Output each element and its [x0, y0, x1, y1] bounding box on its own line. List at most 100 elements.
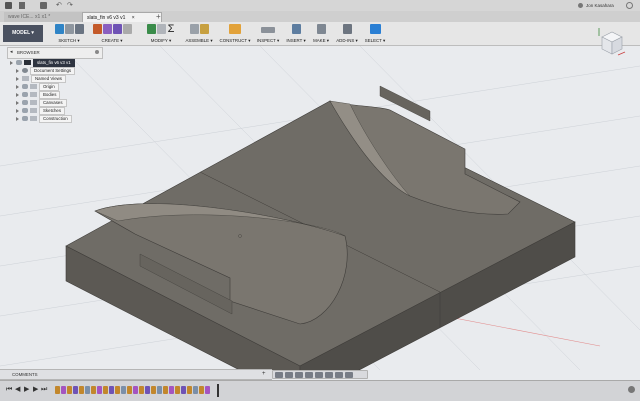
expand-arrow-icon[interactable] [16, 76, 19, 81]
workspace-switcher-button[interactable]: MODEL ▾ [3, 25, 43, 42]
browser-item-canvases[interactable]: Canvases [16, 99, 67, 107]
app-menu-icon[interactable] [5, 2, 12, 9]
visibility-icon[interactable] [22, 92, 28, 98]
view-cube[interactable] [596, 28, 626, 58]
box-icon [112, 24, 122, 34]
pan-icon[interactable] [295, 371, 303, 378]
timeline-feature-extrude[interactable] [121, 386, 126, 394]
sketch-icon [54, 24, 64, 34]
collapse-arrow-icon[interactable]: ◂ [10, 49, 13, 55]
timeline-feature-extrude[interactable] [205, 386, 210, 394]
timeline-feature-extrude[interactable] [157, 386, 162, 394]
select-group[interactable]: SELECT ▾ [363, 24, 387, 44]
timeline-feature-extrude[interactable] [73, 386, 78, 394]
expand-arrow-icon[interactable] [16, 116, 19, 121]
timeline-feature-sketch[interactable] [67, 386, 72, 394]
timeline-feature-sketch[interactable] [187, 386, 192, 394]
timeline-feature-extrude[interactable] [181, 386, 186, 394]
visibility-icon[interactable] [22, 84, 28, 90]
timeline-feature-sketch[interactable] [127, 386, 132, 394]
undo-icon[interactable]: ↶ [56, 2, 62, 9]
viewports-icon[interactable] [345, 371, 353, 378]
timeline-feature-sketch[interactable] [163, 386, 168, 394]
timeline-feature-sketch[interactable] [151, 386, 156, 394]
addins-group[interactable]: ADD-INS ▾ [334, 24, 360, 44]
browser-root[interactable]: slats_fin v6 v3 v1 [10, 59, 75, 67]
save-icon[interactable] [40, 2, 47, 9]
sketch-group[interactable]: SKETCH ▾ [53, 24, 85, 44]
user-avatar-icon[interactable] [578, 3, 583, 8]
assemble-group[interactable]: ASSEMBLE ▾ [184, 24, 214, 44]
user-name[interactable]: Jon Kasahara [586, 2, 614, 9]
go-to-start-icon[interactable]: ⏮ [6, 386, 12, 394]
grid-settings-icon[interactable] [335, 371, 343, 378]
file-icon[interactable] [19, 2, 25, 9]
timeline-feature-sketch[interactable] [91, 386, 96, 394]
timeline-feature-sketch[interactable] [79, 386, 84, 394]
visibility-icon[interactable] [22, 116, 28, 122]
orbit-icon[interactable] [275, 371, 283, 378]
timeline-feature-extrude[interactable] [193, 386, 198, 394]
timeline-feature-extrude[interactable] [145, 386, 150, 394]
expand-arrow-icon[interactable] [16, 108, 19, 113]
timeline-feature-extrude[interactable] [61, 386, 66, 394]
visibility-icon[interactable] [22, 108, 28, 114]
expand-arrow-icon[interactable] [16, 84, 19, 89]
folder-icon [30, 116, 37, 122]
add-comment-icon[interactable]: + [262, 371, 266, 377]
timeline-features [55, 386, 210, 395]
help-icon[interactable] [626, 2, 633, 9]
modify-group[interactable]: Σ MODIFY ▾ [142, 24, 180, 44]
browser-item-bodies[interactable]: Bodies [16, 91, 61, 99]
zoom-icon[interactable] [305, 371, 313, 378]
timeline-feature-extrude[interactable] [85, 386, 90, 394]
timeline-feature-sketch[interactable] [139, 386, 144, 394]
inspect-group[interactable]: INSPECT ▾ [255, 24, 281, 44]
browser-item-document-settings[interactable]: Document Settings [16, 67, 76, 75]
timeline-feature-sketch[interactable] [175, 386, 180, 394]
expand-arrow-icon[interactable] [10, 60, 13, 65]
redo-icon[interactable]: ↷ [67, 2, 73, 9]
timeline-feature-extrude[interactable] [97, 386, 102, 394]
select-cursor-icon [369, 24, 381, 34]
timeline-feature-extrude[interactable] [109, 386, 114, 394]
pin-icon[interactable] [95, 50, 99, 54]
timeline-settings-icon[interactable] [628, 386, 635, 393]
create-group[interactable]: CREATE ▾ [89, 24, 135, 44]
display-settings-icon[interactable] [325, 371, 333, 378]
browser-item-origin[interactable]: Origin [16, 83, 59, 91]
model-body[interactable] [65, 85, 576, 370]
timeline-feature-sketch[interactable] [55, 386, 60, 394]
viewport[interactable] [0, 46, 640, 370]
look-at-icon[interactable] [285, 371, 293, 378]
timeline-feature-extrude[interactable] [169, 386, 174, 394]
expand-arrow-icon[interactable] [16, 100, 19, 105]
timeline-feature-sketch[interactable] [199, 386, 204, 394]
timeline-marker-icon[interactable] [217, 384, 219, 397]
timeline-feature-extrude[interactable] [133, 386, 138, 394]
expand-arrow-icon[interactable] [16, 68, 19, 73]
go-to-end-icon[interactable]: ⏭ [41, 386, 47, 394]
insert-group[interactable]: INSERT ▾ [284, 24, 308, 44]
expand-arrow-icon[interactable] [16, 92, 19, 97]
step-back-icon[interactable]: ◀ [15, 386, 20, 394]
make-group[interactable]: MAKE ▾ [310, 24, 332, 44]
timeline-feature-sketch[interactable] [103, 386, 108, 394]
close-tab-icon[interactable]: × [132, 15, 135, 21]
step-forward-icon[interactable]: ▶ [33, 386, 38, 394]
browser-item-sketches[interactable]: Sketches [16, 107, 66, 115]
timeline-feature-sketch[interactable] [115, 386, 120, 394]
zoom-window-icon[interactable] [315, 371, 323, 378]
browser-panel-header[interactable]: ◂ BROWSER [7, 47, 103, 59]
visibility-icon[interactable] [16, 60, 22, 66]
browser-item-construction[interactable]: Construction [16, 115, 72, 123]
comments-panel[interactable]: COMMENTS + [0, 369, 272, 380]
tab-document-1[interactable]: wave ICE... x1 x1 * [4, 12, 88, 22]
browser-item-named-views[interactable]: Named Views [16, 75, 67, 83]
navigation-bar [272, 370, 368, 379]
new-tab-icon[interactable]: + [156, 12, 161, 21]
construct-group[interactable]: CONSTRUCT ▾ [218, 24, 252, 44]
play-icon[interactable]: ▶ [24, 386, 29, 394]
main-toolbar: MODEL ▾ SKETCH ▾ CREATE ▾ Σ MODIFY ▾ ASS… [0, 22, 640, 46]
visibility-icon[interactable] [22, 100, 28, 106]
